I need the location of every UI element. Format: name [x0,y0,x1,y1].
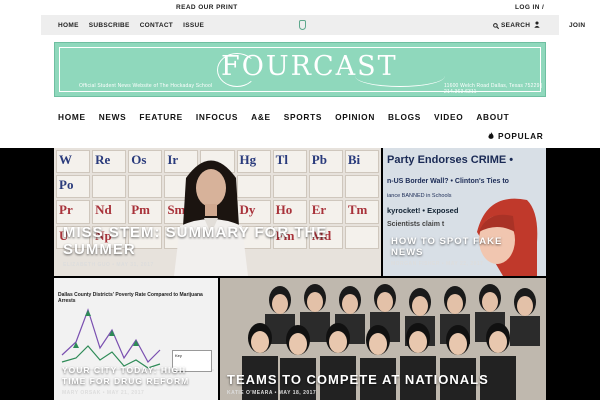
story-card[interactable]: W Re Os Ir Hg Tl Pb Bi Po Pr Nd [54,148,381,276]
nav-item-home[interactable]: HOME [58,112,86,122]
nav-item-blogs[interactable]: BLOGS [388,112,421,122]
element-cell: Tl [272,150,307,174]
nav-item-opinion[interactable]: OPINION [335,112,375,122]
nav-item-sports[interactable]: SPORTS [284,112,322,122]
element-cell: Pb [308,150,343,174]
element-cell: Re [92,150,127,174]
join-link[interactable]: JOIN [569,22,585,29]
element-cell: Ho [272,200,307,224]
element-cell: Tm [344,200,379,224]
element-cell: Po [56,175,91,199]
element-cell [344,175,379,199]
story-title[interactable]: TEAMS TO COMPETE AT NATIONALS [227,372,537,387]
element-cell [128,175,163,199]
element-cell: W [56,150,91,174]
page: READ OUR PRINT LOG IN / HOME SUBSCRIBE C… [0,0,600,400]
utility-link-contact[interactable]: CONTACT [140,22,173,29]
newspaper-headline: Scientists claim t [387,221,445,228]
popular-label: POPULAR [498,131,544,141]
element-cell: Nd [92,200,127,224]
nav-item-about[interactable]: ABOUT [476,112,509,122]
banner-tagline: Official Student News Website of The Hoc… [79,83,213,89]
user-icon[interactable] [534,21,540,30]
newspaper-headline: n-US Border Wall? • Clinton's Ties to [387,178,509,185]
nav-item-video[interactable]: VIDEO [434,112,463,122]
popular-button[interactable]: POPULAR [488,131,543,141]
story-byline: MARY ORSAK • MAY 21, 2017 [62,390,145,396]
element-cell: Bi [344,150,379,174]
story-card[interactable]: TEAMS TO COMPETE AT NATIONALS KATIE O'ME… [220,278,546,400]
utility-link-subscribe[interactable]: SUBSCRIBE [89,22,130,29]
utility-bar: HOME SUBSCRIBE CONTACT ISSUE SEARCH JOIN [41,15,585,35]
story-title[interactable]: YOUR CITY TODAY: HIGH TIME FOR DRUG REFO… [62,365,212,387]
element-cell: Os [128,150,163,174]
story-byline: MORGAN FISHER • MAY 22, 2017 [391,261,484,267]
utility-links: HOME SUBSCRIBE CONTACT ISSUE [58,22,204,29]
element-cell [272,175,307,199]
nav-item-news[interactable]: NEWS [99,112,127,122]
newspaper-headline: iance BANNED in Schools [387,193,452,199]
featured-stories: W Re Os Ir Hg Tl Pb Bi Po Pr Nd [0,148,600,400]
element-cell: Pr [56,200,91,224]
utility-link-home[interactable]: HOME [58,22,79,29]
element-cell [308,175,343,199]
nav-item-ae[interactable]: A&E [251,112,271,122]
search-button[interactable]: SEARCH [493,22,530,29]
story-card[interactable]: Dallas County Districts' Poverty Rate Co… [54,278,218,400]
masthead-banner[interactable]: FOURCAST Official Student News Website o… [54,42,546,97]
search-icon [493,22,499,29]
story-byline: ELIZABETH GUO • MAY 31, 2017 [63,262,154,268]
element-cell: Pm [128,200,163,224]
main-nav: HOME NEWS FEATURE INFOCUS A&E SPORTS OPI… [58,112,522,122]
site-logo: FOURCAST [221,51,398,82]
element-cell [344,225,379,249]
newspaper-headline: kyrocket! • Exposed [387,206,459,215]
banner-address: 11600 Welch Road Dallas, Texas 75229 | 2… [444,83,543,95]
read-print-link[interactable]: READ OUR PRINT [176,4,238,11]
newspaper-headline: Party Endorses CRIME • [387,154,514,166]
utility-link-issue[interactable]: ISSUE [183,22,204,29]
nav-item-infocus[interactable]: INFOCUS [196,112,238,122]
top-bar: READ OUR PRINT LOG IN / [0,0,600,15]
login-link[interactable]: LOG IN / [515,4,544,11]
flame-icon [488,132,494,139]
search-label: SEARCH [501,22,531,29]
story-card[interactable]: Party Endorses CRIME • n-US Border Wall?… [383,148,546,276]
nav-item-feature[interactable]: FEATURE [139,112,182,122]
element-cell: Er [308,200,343,224]
story-title[interactable]: HOW TO SPOT FAKE NEWS [391,236,511,258]
element-cell [92,175,127,199]
crest-icon[interactable] [299,20,306,30]
story-title[interactable]: MISS STEM: SUMMARY FOR THE SUMMER [63,224,343,258]
story-byline: KATIE O'MEARA • MAY 18, 2017 [227,390,317,396]
